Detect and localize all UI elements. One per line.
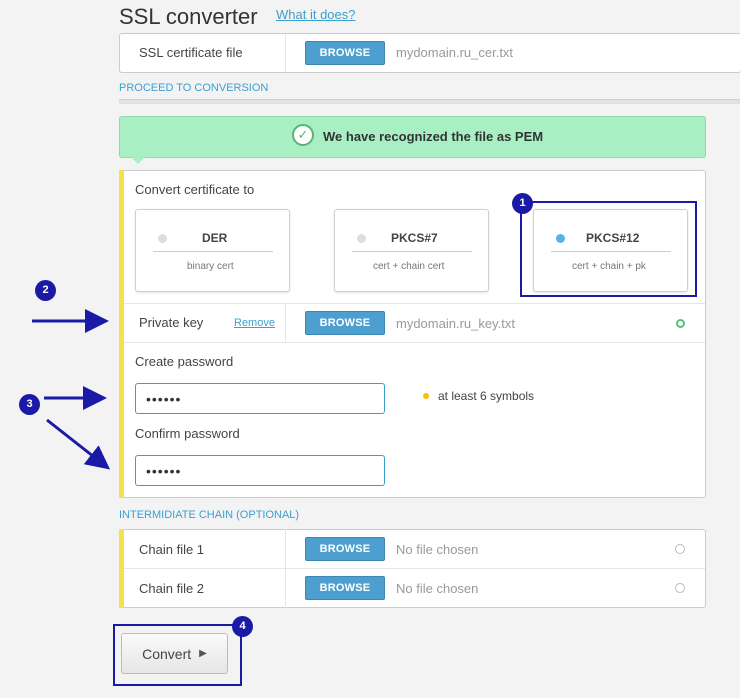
annotation-arrows	[32, 309, 111, 470]
arrow-to-confirm-password	[46, 418, 111, 470]
